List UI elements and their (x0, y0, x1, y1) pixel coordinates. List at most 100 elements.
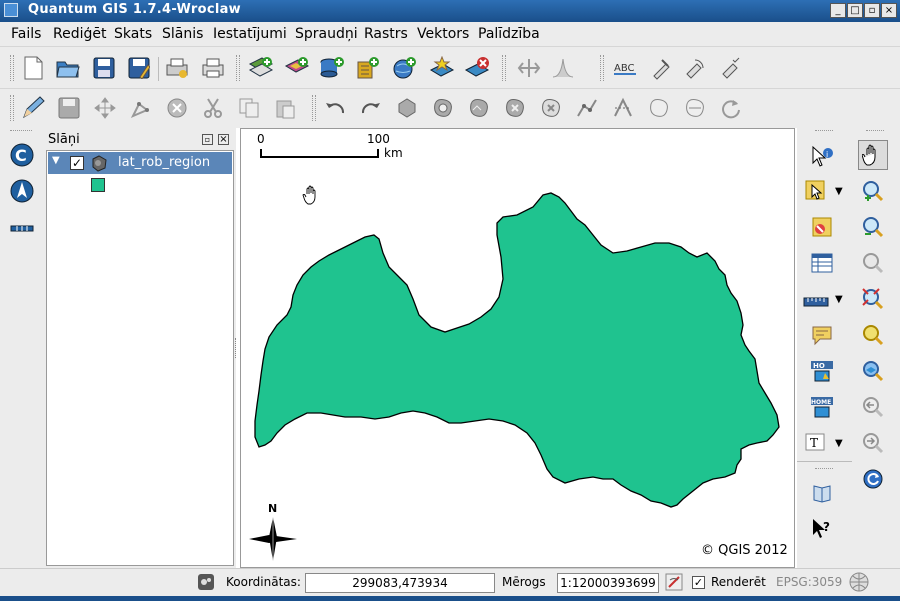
close-button[interactable]: × (881, 3, 897, 18)
app-icon[interactable] (4, 3, 18, 17)
open-attribute-table-icon[interactable] (807, 248, 837, 278)
render-checkbox[interactable]: ✓ (692, 576, 705, 589)
toolbar-grip[interactable] (866, 130, 884, 132)
redo-icon[interactable] (356, 93, 386, 123)
copyright-label-icon[interactable]: C (7, 140, 37, 170)
select-dropdown-arrow-icon[interactable]: ▼ (835, 186, 843, 197)
toolbar-grip[interactable] (600, 55, 604, 81)
copy-features-icon[interactable] (234, 93, 264, 123)
zoom-out-icon[interactable] (858, 212, 888, 242)
crs-status[interactable]: EPSG:3059 (776, 575, 842, 589)
select-features-icon[interactable] (801, 176, 831, 206)
layer-symbol-swatch[interactable] (91, 178, 105, 192)
restore-button[interactable]: ▫ (864, 3, 880, 18)
save-as-icon[interactable] (124, 53, 154, 83)
change-label-icon[interactable] (716, 53, 746, 83)
measure-line-icon[interactable] (801, 286, 831, 316)
capture-point-icon[interactable] (90, 93, 120, 123)
add-vector-layer-icon[interactable] (246, 53, 276, 83)
toolbar-grip[interactable] (502, 55, 506, 81)
new-bookmark-icon[interactable]: HO (807, 356, 837, 386)
zoom-to-selection-icon[interactable] (858, 320, 888, 350)
maximize-button[interactable]: □ (847, 3, 863, 18)
menu-layer[interactable]: Slānis (162, 26, 203, 42)
menu-file[interactable]: Fails (11, 26, 41, 42)
toggle-extents-icon[interactable] (194, 568, 218, 596)
collapse-arrow-icon[interactable]: ▼ (52, 155, 60, 166)
zoom-actual-size-icon[interactable] (858, 248, 888, 278)
add-ring-icon[interactable] (428, 93, 458, 123)
delete-ring-icon[interactable] (500, 93, 530, 123)
zoom-last-icon[interactable] (858, 392, 888, 422)
new-shapefile-icon[interactable] (427, 53, 457, 83)
split-features-icon[interactable] (608, 93, 638, 123)
add-wms-layer-icon[interactable] (389, 53, 419, 83)
whats-this-icon[interactable]: ? (807, 514, 837, 544)
rotate-label-icon[interactable] (680, 53, 710, 83)
map-tips-icon[interactable] (807, 320, 837, 350)
save-edits-icon[interactable] (54, 93, 84, 123)
raster-align-icon[interactable] (514, 53, 544, 83)
minimize-button[interactable]: _ (830, 3, 846, 18)
show-bookmarks-icon[interactable]: HOME (807, 392, 837, 422)
delete-selected-icon[interactable] (162, 93, 192, 123)
add-spatialite-layer-icon[interactable] (353, 53, 383, 83)
toolbar-grip[interactable] (10, 95, 14, 121)
histogram-stretch-icon[interactable] (548, 53, 578, 83)
layer-visibility-checkbox[interactable]: ✓ (70, 156, 84, 170)
projection-globe-icon[interactable] (846, 568, 872, 596)
move-label-icon[interactable] (645, 53, 675, 83)
menu-plugins[interactable]: Spraudņi (295, 26, 358, 42)
map-canvas[interactable]: 0 100 km N © QGIS 2012 (240, 128, 795, 568)
print-icon[interactable] (198, 53, 228, 83)
cut-features-icon[interactable] (198, 93, 228, 123)
move-feature-icon[interactable] (126, 93, 156, 123)
delete-part-icon[interactable] (536, 93, 566, 123)
open-project-icon[interactable] (53, 53, 83, 83)
menu-settings[interactable]: Iestatījumi (213, 26, 287, 42)
toggle-editing-icon[interactable] (18, 93, 48, 123)
refresh-map-icon[interactable] (858, 464, 888, 494)
merge-attributes-icon[interactable] (680, 93, 710, 123)
pan-map-icon[interactable] (858, 140, 888, 170)
toolbar-grip[interactable] (312, 95, 316, 121)
help-contents-icon[interactable] (807, 478, 837, 508)
layer-row[interactable]: ▼ ✓ lat_rob_region (48, 152, 232, 174)
close-panel-button[interactable]: × (218, 134, 229, 145)
save-project-icon[interactable] (89, 53, 119, 83)
toolbar-grip[interactable] (815, 130, 833, 132)
latvia-region-polygon[interactable] (254, 192, 780, 508)
menu-vector[interactable]: Vektors (417, 26, 469, 42)
toolbar-grip[interactable] (10, 55, 14, 81)
deselect-features-icon[interactable] (807, 212, 837, 242)
menu-edit[interactable]: Rediģēt (53, 26, 106, 42)
toolbar-grip[interactable] (10, 130, 32, 132)
add-raster-layer-icon[interactable] (282, 53, 312, 83)
annotation-dropdown-arrow-icon[interactable]: ▼ (835, 438, 843, 449)
zoom-next-icon[interactable] (858, 428, 888, 458)
splitter-handle[interactable] (235, 338, 238, 358)
north-arrow-icon[interactable] (7, 176, 37, 206)
simplify-feature-icon[interactable] (392, 93, 422, 123)
merge-features-icon[interactable] (644, 93, 674, 123)
menu-view[interactable]: Skats (114, 26, 152, 42)
coordinates-field[interactable]: 299083,473934 (305, 573, 495, 593)
toolbar-grip[interactable] (815, 468, 833, 470)
add-postgis-layer-icon[interactable] (317, 53, 347, 83)
rotate-symbol-icon[interactable] (716, 93, 746, 123)
text-annotation-icon[interactable]: T (801, 428, 831, 458)
zoom-in-icon[interactable] (858, 176, 888, 206)
scale-bar-icon[interactable] (7, 214, 37, 244)
print-composer-icon[interactable] (162, 53, 192, 83)
menu-help[interactable]: Palīdzība (478, 26, 540, 42)
identify-features-icon[interactable]: i (807, 142, 837, 172)
undo-icon[interactable] (320, 93, 350, 123)
zoom-to-layer-icon[interactable] (858, 356, 888, 386)
paste-features-icon[interactable] (270, 93, 300, 123)
scale-field[interactable]: 1:12000393699 (557, 573, 659, 593)
toolbar-grip[interactable] (236, 55, 240, 81)
label-tool-icon[interactable]: ABC (610, 53, 640, 83)
add-part-icon[interactable] (464, 93, 494, 123)
new-project-icon[interactable] (18, 53, 48, 83)
reshape-feature-icon[interactable] (572, 93, 602, 123)
